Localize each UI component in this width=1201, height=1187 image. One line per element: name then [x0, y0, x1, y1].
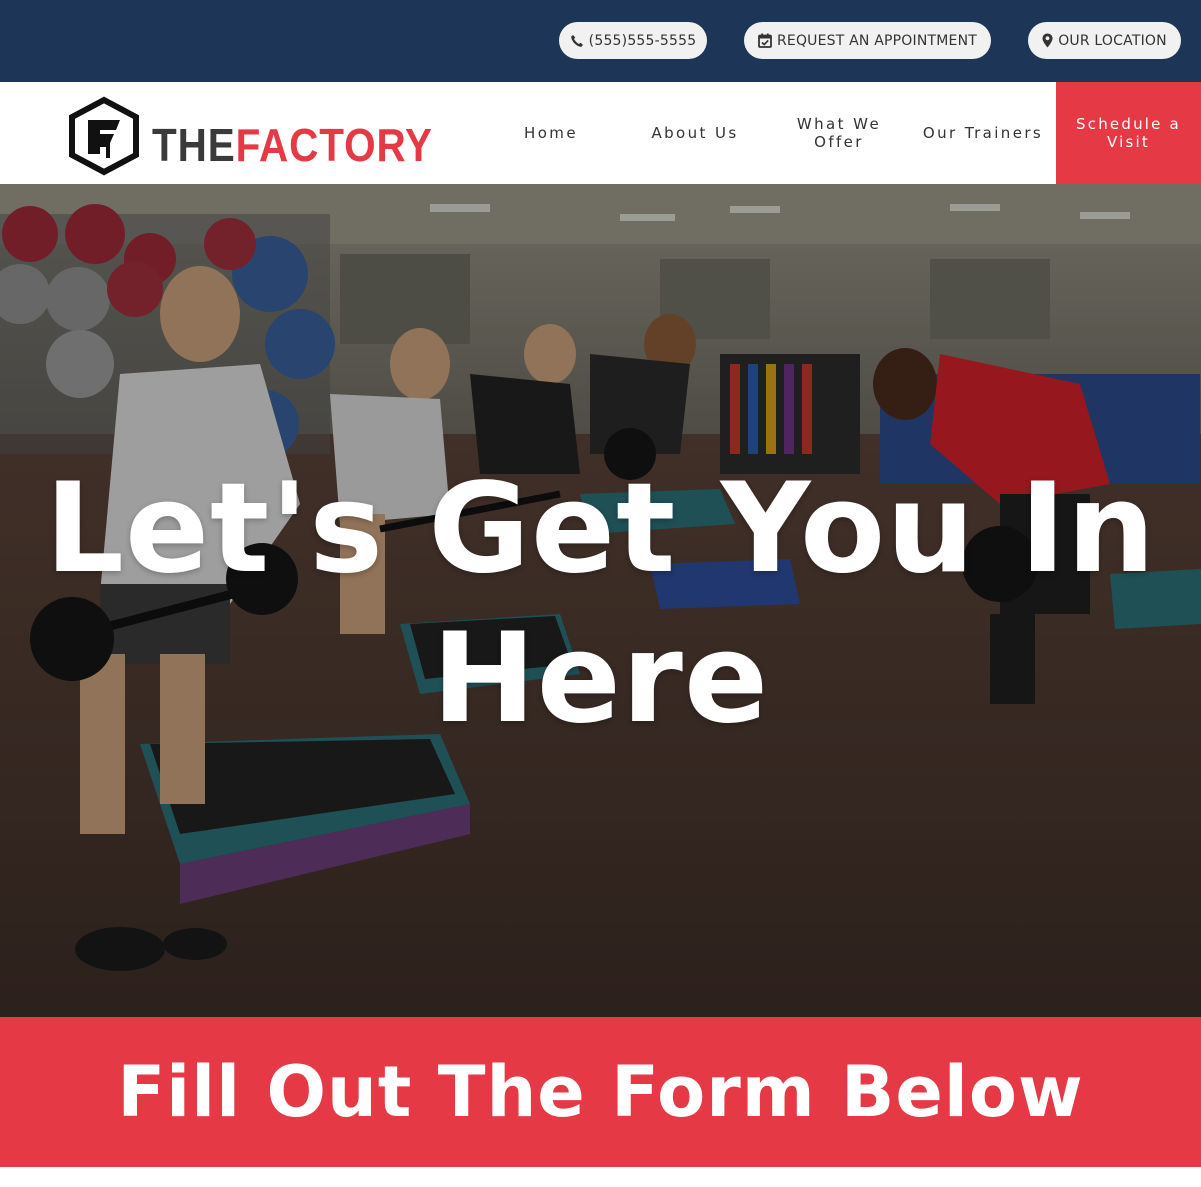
location-label: OUR LOCATION: [1058, 32, 1167, 49]
phone-icon: [570, 34, 583, 47]
nav-what-we-offer[interactable]: What We Offer: [785, 82, 893, 184]
hero-title-line2: Here: [431, 607, 770, 751]
logo-factory: FACTORY: [235, 119, 433, 171]
hero-title-line1: Let's Get You In: [44, 457, 1157, 601]
logo-the: THE: [152, 119, 236, 171]
phone-number: (555)555-5555: [588, 32, 697, 49]
nav-our-trainers[interactable]: Our Trainers: [915, 82, 1051, 184]
site-header: THEFACTORY Home About Us What We Offer O…: [0, 82, 1201, 184]
hero-section: Let's Get You In Here: [0, 184, 1201, 1017]
schedule-visit-button[interactable]: Schedule a Visit: [1056, 82, 1201, 184]
our-location-button[interactable]: OUR LOCATION: [1028, 22, 1181, 59]
form-banner: Fill Out The Form Below: [0, 1017, 1201, 1167]
page-bottom: [0, 1167, 1201, 1187]
top-bar: (555)555-5555 REQUEST AN APPOINTMENT OUR…: [0, 0, 1201, 82]
phone-button[interactable]: (555)555-5555: [559, 22, 707, 59]
factory-logo-icon: [69, 96, 139, 176]
nav-about-us[interactable]: About Us: [640, 82, 750, 184]
hero-title: Let's Get You In Here: [0, 454, 1201, 754]
map-marker-icon: [1042, 33, 1053, 48]
nav-home[interactable]: Home: [505, 82, 597, 184]
appointment-label: REQUEST AN APPOINTMENT: [776, 32, 978, 49]
site-logo[interactable]: THEFACTORY: [66, 96, 432, 176]
form-banner-title: Fill Out The Form Below: [117, 1051, 1084, 1133]
request-appointment-button[interactable]: REQUEST AN APPOINTMENT: [744, 22, 991, 59]
calendar-check-icon: [758, 33, 772, 48]
logo-wordmark: THEFACTORY: [152, 118, 433, 172]
